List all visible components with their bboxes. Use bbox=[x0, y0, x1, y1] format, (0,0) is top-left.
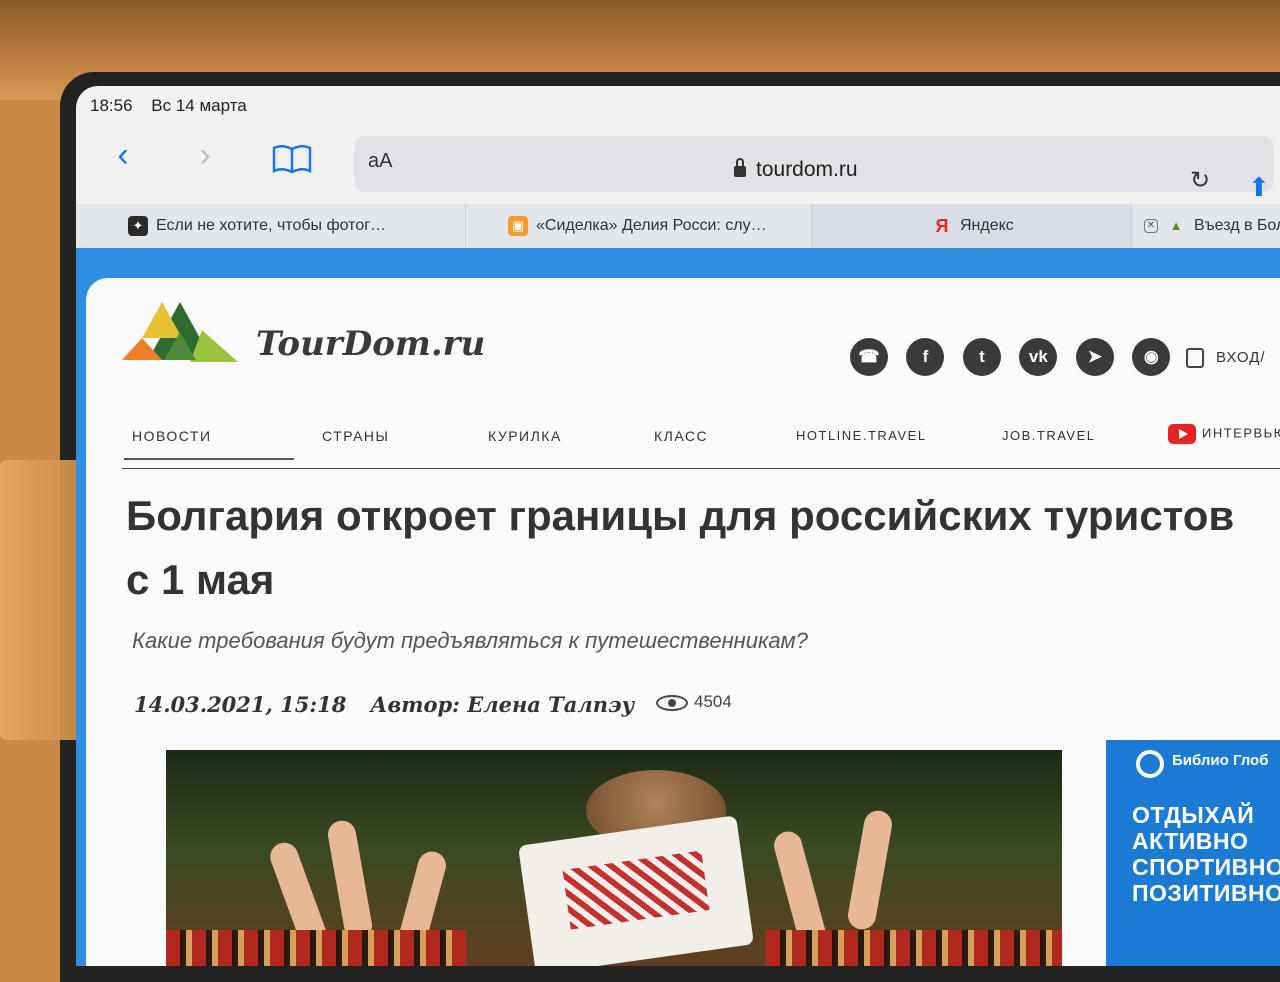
ad-brand: Библио Глоб bbox=[1172, 752, 1269, 769]
tab-4[interactable]: ✕ ▲ Въезд в Болг bbox=[1132, 204, 1280, 248]
view-count-value: 4504 bbox=[694, 692, 732, 711]
folk-costume bbox=[766, 930, 1062, 966]
tab-2[interactable]: ▣ «Сиделка» Делия Росси: слу… bbox=[466, 204, 812, 248]
url-text: tourdom.ru bbox=[756, 158, 858, 181]
status-date: Вс 14 марта bbox=[151, 96, 247, 115]
tab-1[interactable]: ✦ Если не хотите, чтобы фотог… bbox=[76, 204, 466, 248]
tab-bar: ✦ Если не хотите, чтобы фотог… ▣ «Сиделка»… bbox=[76, 204, 1280, 249]
browser-toolbar: ‹ › aA tourdom.ru ↻ ⬆ bbox=[76, 126, 1280, 202]
nav-item-hotline[interactable]: HOTLINE.TRAVEL bbox=[796, 428, 927, 443]
address-bar[interactable]: aA tourdom.ru ↻ bbox=[354, 136, 1274, 195]
raised-hand bbox=[845, 808, 895, 932]
eye-icon bbox=[656, 694, 688, 711]
site-page: TourDom.ru ☎ f t vk ➤ ◉ ВХОД/ НОВОСТИ СТ… bbox=[86, 278, 1280, 966]
book-icon: ▣ bbox=[508, 215, 528, 236]
close-tab-icon[interactable]: ✕ bbox=[1144, 218, 1158, 233]
tab-3[interactable]: Я Яндекс bbox=[812, 204, 1132, 248]
tab-label: Въезд в Болг bbox=[1194, 217, 1280, 234]
tape bbox=[0, 460, 85, 740]
login-label: ВХОД/ bbox=[1216, 348, 1266, 366]
view-count: 4504 bbox=[656, 692, 732, 712]
share-icon[interactable]: ⬆ bbox=[1248, 172, 1270, 203]
login-link[interactable]: ВХОД/ bbox=[1186, 348, 1266, 368]
forward-button[interactable]: › bbox=[188, 138, 222, 174]
ad-line: СПОРТИВНО bbox=[1132, 854, 1280, 880]
status-bar: 18:56 Вс 14 марта bbox=[90, 96, 261, 116]
article-headline: Болгария откроет границы для российских … bbox=[126, 492, 1235, 603]
lock-icon bbox=[734, 158, 746, 177]
ad-banner[interactable]: Библио Глоб ОТДЫХАЙ АКТИВНО СПОРТИВНО ПО… bbox=[1106, 740, 1280, 966]
article-subtitle: Какие требования будут предъявляться к п… bbox=[132, 628, 808, 653]
tab-label: Если не хотите, чтобы фотог… bbox=[156, 217, 387, 234]
back-button[interactable]: ‹ bbox=[106, 138, 140, 174]
phone-icon[interactable]: ☎ bbox=[850, 338, 888, 376]
youtube-icon bbox=[1168, 424, 1196, 444]
status-time: 18:56 bbox=[90, 96, 133, 115]
tourdom-logo-icon bbox=[122, 302, 238, 362]
article-photo[interactable] bbox=[166, 750, 1062, 966]
site-logo-text[interactable]: TourDom.ru bbox=[256, 324, 485, 364]
nav-item-job[interactable]: JOB.TRAVEL bbox=[1002, 428, 1096, 443]
book-open-icon bbox=[272, 145, 312, 174]
vk-icon[interactable]: vk bbox=[1019, 338, 1058, 376]
nav-item-label: ИНТЕРВЬЮ bbox=[1202, 425, 1280, 441]
tablet-screen: 18:56 Вс 14 марта ‹ › aA tourdom.ru ↻ ⬆ … bbox=[76, 86, 1280, 966]
social-links: ☎ f t vk ➤ ◉ bbox=[850, 338, 1184, 376]
raised-hand bbox=[325, 818, 375, 942]
telegram-icon[interactable]: ➤ bbox=[1075, 338, 1114, 376]
lock-icon bbox=[1186, 348, 1204, 368]
site-nav: НОВОСТИ СТРАНЫ КУРИЛКА КЛАСС HOTLINE.TRA… bbox=[122, 424, 1280, 469]
biblio-globus-logo-icon bbox=[1136, 750, 1164, 778]
reader-settings-button[interactable]: aA bbox=[368, 150, 392, 173]
twitter-icon[interactable]: t bbox=[962, 338, 1001, 376]
nav-item-countries[interactable]: СТРАНЫ bbox=[322, 428, 389, 444]
article-author[interactable]: Автор: Елена Талпэу bbox=[370, 692, 634, 717]
article-meta: 14.03.2021, 15:18 Автор: Елена Талпэу bbox=[134, 692, 634, 717]
article-date: 14.03.2021, 15:18 bbox=[134, 692, 347, 717]
facebook-icon[interactable]: f bbox=[906, 338, 945, 376]
tourdom-favicon: ▲ bbox=[1169, 217, 1183, 233]
rss-icon[interactable]: ◉ bbox=[1132, 338, 1171, 376]
tab-label: Яндекс bbox=[960, 217, 1014, 234]
url-display: tourdom.ru bbox=[734, 158, 858, 182]
folk-costume bbox=[166, 930, 466, 966]
nav-item-news[interactable]: НОВОСТИ bbox=[124, 428, 294, 460]
ad-line: ПОЗИТИВНО bbox=[1132, 880, 1280, 906]
ad-line: ОТДЫХАЙ bbox=[1132, 802, 1255, 828]
reload-icon[interactable]: ↻ bbox=[1190, 166, 1210, 195]
ad-line: АКТИВНО bbox=[1132, 828, 1249, 854]
sparkle-icon: ✦ bbox=[128, 215, 148, 236]
nav-item-class[interactable]: КЛАСС bbox=[654, 428, 708, 444]
yandex-icon: Я bbox=[935, 215, 949, 236]
nav-item-kurilka[interactable]: КУРИЛКА bbox=[488, 428, 562, 444]
tab-label: «Сиделка» Делия Росси: слу… bbox=[536, 217, 767, 234]
bookmarks-button[interactable] bbox=[272, 144, 312, 174]
nav-item-interview[interactable]: ИНТЕРВЬЮ bbox=[1168, 424, 1280, 444]
site-container: TourDom.ru ☎ f t vk ➤ ◉ ВХОД/ НОВОСТИ СТ… bbox=[76, 248, 1280, 966]
